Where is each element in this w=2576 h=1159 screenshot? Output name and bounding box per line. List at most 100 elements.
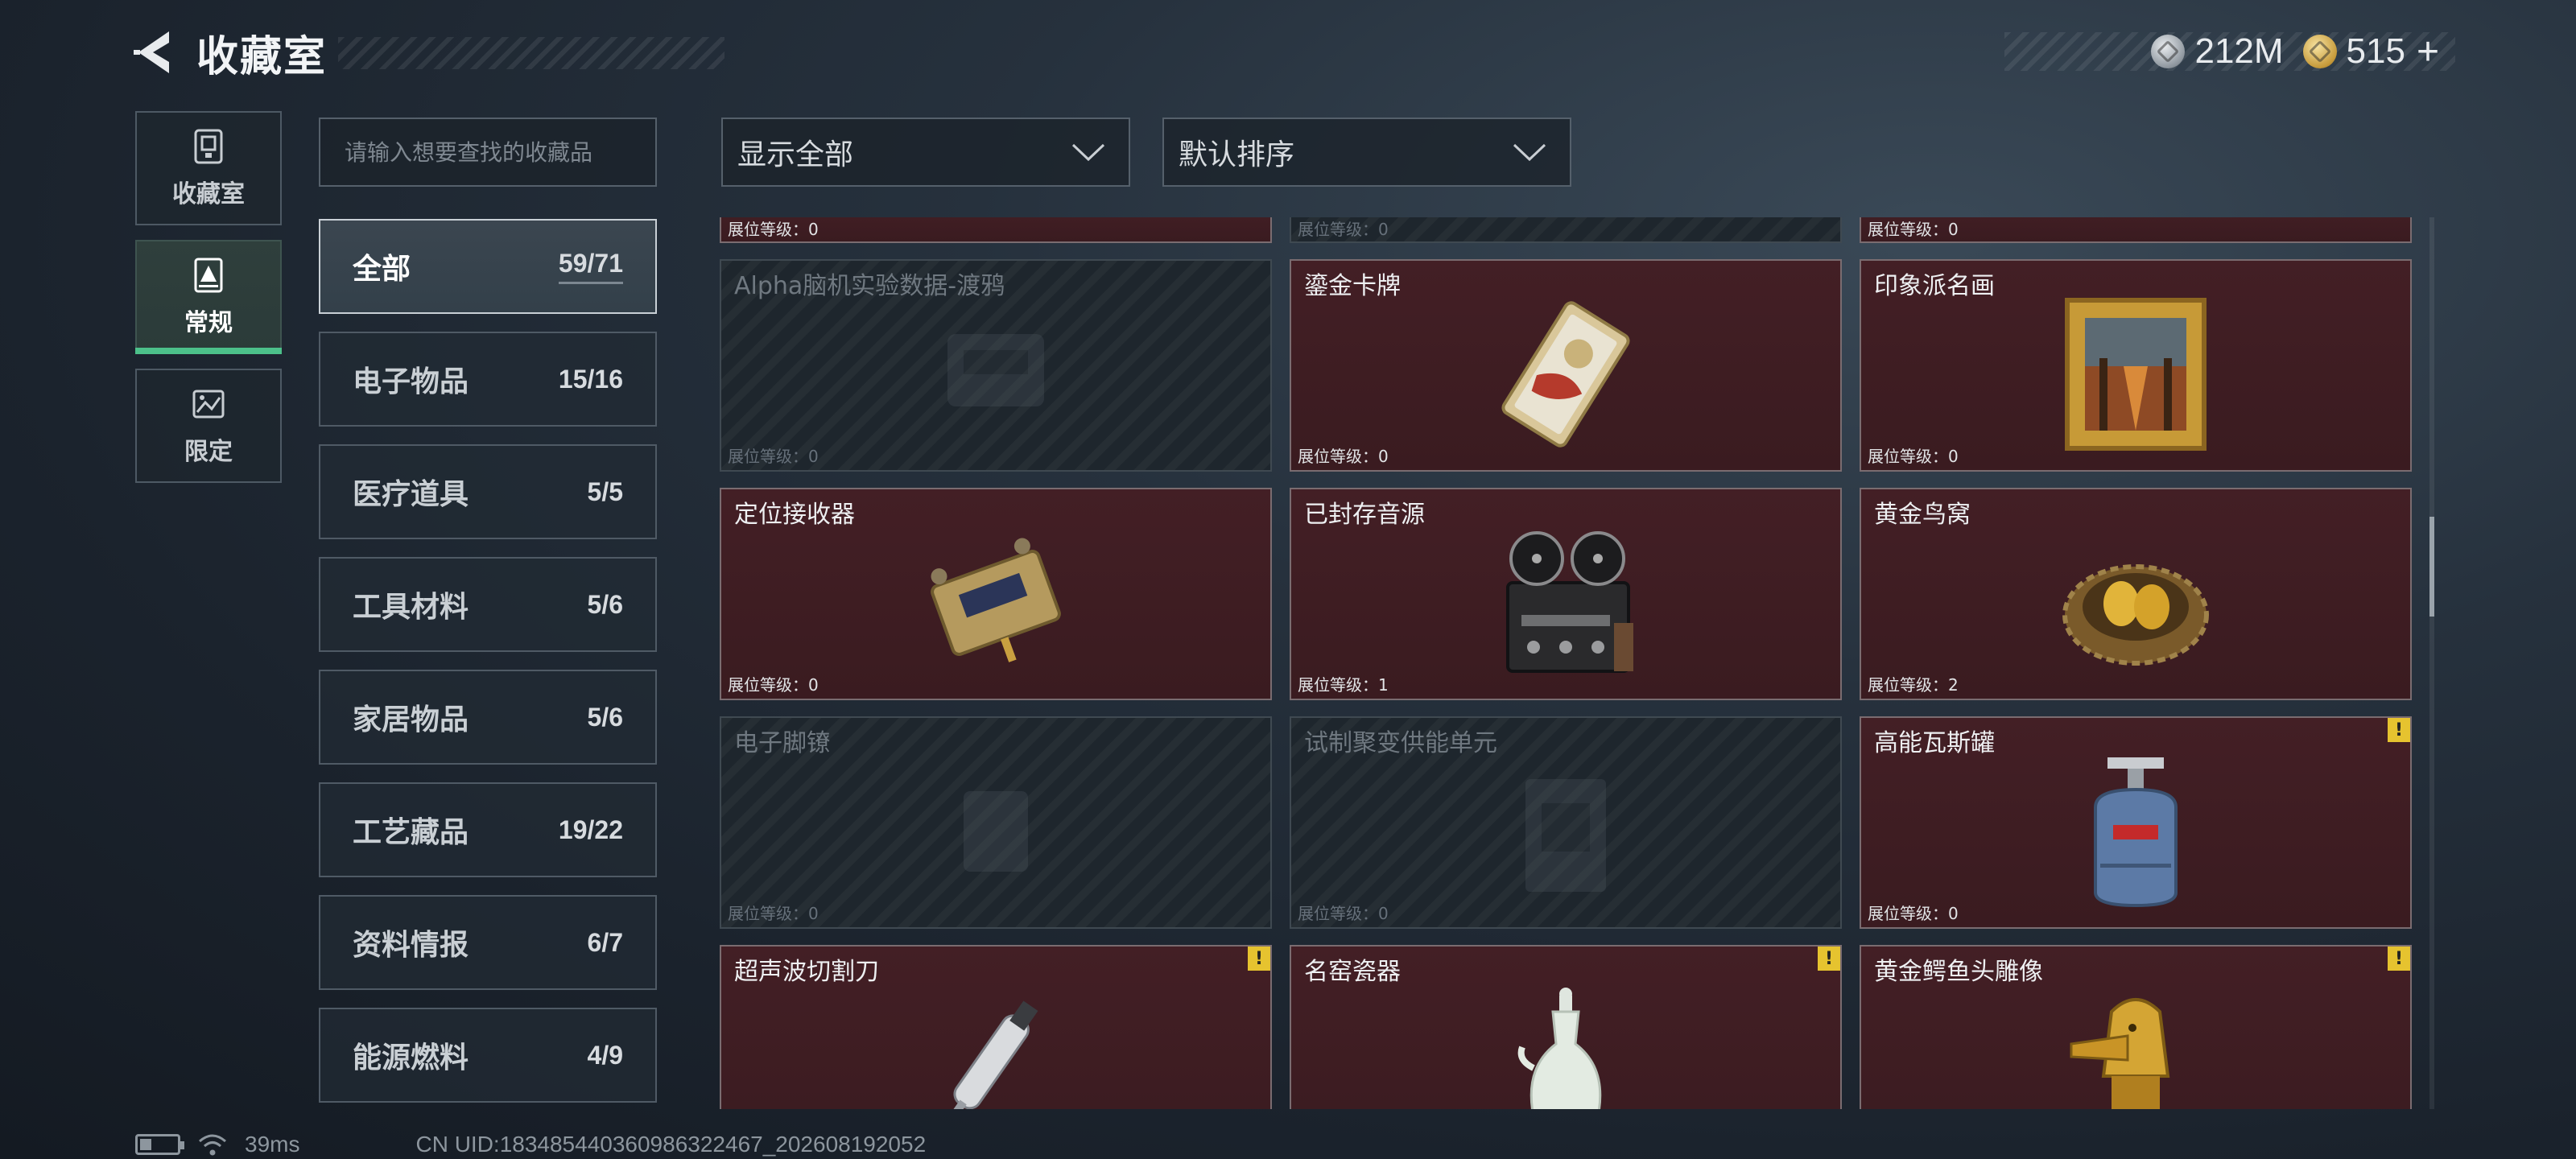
page-title: 收藏室: [196, 32, 328, 81]
ankle-monitor-icon: [907, 747, 1084, 916]
collection-grid-content: 展位等级：0 展位等级：0 展位等级：0 Alpha脑机实验数据-渡鸦 展位等级…: [720, 217, 2415, 1109]
back-arrow-icon: [134, 31, 169, 73]
category-all[interactable]: 全部 59/71: [319, 219, 657, 314]
grid-row: 定位接收器 展位等级：0 已封存音源 展位等级：1 黄金鸟窝 展位等级：2: [720, 488, 2415, 700]
category-household[interactable]: 家居物品 5/6: [319, 670, 657, 765]
silver-coin-icon: [2151, 35, 2186, 68]
category-fuel[interactable]: 能源燃料 4/9: [319, 1008, 657, 1103]
category-name: 资料情报: [353, 929, 469, 962]
collection-card[interactable]: 已封存音源 展位等级：1: [1290, 488, 1842, 700]
battery-icon: [135, 1134, 184, 1155]
status-footer: 39ms CN UID:18348544036098632246​7_20260…: [135, 1132, 926, 1157]
item-name: 试制聚变供能单元: [1304, 729, 1497, 757]
grid-row: Alpha脑机实验数据-渡鸦 展位等级：0 鎏金卡牌 展位等级：0 印象派名画 …: [720, 259, 2415, 472]
gold-amount: 515: [2346, 31, 2405, 71]
header: 收藏室: [129, 24, 724, 81]
warning-badge-icon: !: [1818, 947, 1840, 971]
porcelain-vase-icon: [1477, 975, 1654, 1109]
category-name: 工具材料: [353, 591, 469, 624]
back-button[interactable]: [129, 27, 180, 78]
booth-level: 展位等级：0: [1298, 447, 1389, 466]
item-name: 超声波切割刀: [734, 958, 879, 986]
warning-badge-icon: !: [2388, 718, 2410, 742]
chevron-down-icon: [1071, 143, 1105, 162]
category-count: 5/6: [587, 702, 623, 732]
ultrasonic-cutter-icon: [907, 975, 1084, 1109]
left-tab-bar: 收藏室 常规 限定: [135, 111, 282, 497]
collection-card[interactable]: 高能瓦斯罐 展位等级：0 !: [1860, 716, 2412, 929]
limited-icon: [192, 390, 225, 419]
tab-collection-room[interactable]: 收藏室: [135, 111, 282, 225]
add-currency-button[interactable]: +: [2417, 30, 2439, 74]
tab-label: 限定: [184, 438, 233, 466]
category-name: 电子物品: [353, 365, 469, 398]
category-count: 6/7: [587, 927, 623, 957]
category-count: 59/71: [558, 249, 623, 284]
collection-card[interactable]: 定位接收器 展位等级：0: [720, 488, 1272, 700]
tab-limited[interactable]: 限定: [135, 369, 282, 483]
booth-level: 展位等级：1: [1298, 675, 1389, 695]
collection-grid[interactable]: 展位等级：0 展位等级：0 展位等级：0 Alpha脑机实验数据-渡鸦 展位等级…: [720, 217, 2415, 1109]
grid-row: 电子脚镣 展位等级：0 试制聚变供能单元 展位等级：0 高能瓦斯罐 展位等级：0…: [720, 716, 2415, 929]
golden-nest-icon: [2047, 518, 2224, 687]
collection-card[interactable]: 展位等级：0: [1290, 217, 1842, 243]
category-count: 5/6: [587, 589, 623, 619]
category-count: 4/9: [587, 1040, 623, 1070]
trophy-cabinet-icon: [194, 129, 223, 164]
tab-label: 收藏室: [172, 180, 245, 208]
category-electronics[interactable]: 电子物品 15/16: [319, 332, 657, 427]
booth-level: 展位等级：0: [728, 904, 819, 923]
collection-card[interactable]: Alpha脑机实验数据-渡鸦 展位等级：0: [720, 259, 1272, 472]
ping-value: 39ms: [245, 1132, 300, 1157]
category-tools[interactable]: 工具材料 5/6: [319, 557, 657, 652]
filter-dropdown[interactable]: 显示全部: [721, 118, 1130, 187]
title-decoration: [338, 37, 724, 69]
grid-scrollbar[interactable]: [2429, 217, 2434, 1109]
category-name: 能源燃料: [353, 1041, 469, 1074]
search-box: [319, 118, 657, 187]
category-name: 工艺藏品: [353, 816, 469, 849]
collection-icon: [194, 258, 223, 293]
category-name: 全部: [353, 253, 411, 286]
search-input[interactable]: [345, 138, 655, 166]
collection-card[interactable]: 试制聚变供能单元 展位等级：0: [1290, 716, 1842, 929]
currency-bar: 212M 515 +: [2004, 30, 2455, 74]
collection-card[interactable]: 黄金鳄鱼头雕像 !: [1860, 945, 2412, 1109]
category-count: 15/16: [558, 364, 623, 394]
item-name: 黄金鸟窝: [1874, 501, 1971, 529]
collection-card[interactable]: 电子脚镣 展位等级：0: [720, 716, 1272, 929]
booth-level: 展位等级：2: [1868, 675, 1959, 695]
wifi-icon: [199, 1134, 226, 1156]
collection-card[interactable]: 展位等级：0: [1860, 217, 2412, 243]
fusion-unit-icon: [1477, 747, 1654, 916]
gps-receiver-icon: [907, 518, 1084, 687]
tab-regular[interactable]: 常规: [135, 240, 282, 354]
category-intel[interactable]: 资料情报 6/7: [319, 895, 657, 990]
gold-currency[interactable]: 515 +: [2302, 30, 2439, 74]
gold-coin-icon: [2302, 35, 2337, 68]
item-name: 定位接收器: [734, 501, 855, 529]
user-uid: CN UID:18348544036098632246​7_2026081920…: [415, 1132, 927, 1157]
filter-value: 显示全部: [737, 138, 854, 171]
category-name: 医疗道具: [353, 478, 469, 511]
booth-level: 展位等级：0: [1868, 220, 1959, 239]
collection-card[interactable]: 印象派名画 展位等级：0: [1860, 259, 2412, 472]
warning-badge-icon: !: [1248, 947, 1270, 971]
category-crafts[interactable]: 工艺藏品 19/22: [319, 782, 657, 877]
booth-level: 展位等级：0: [1868, 447, 1959, 466]
item-name: 名窑瓷器: [1304, 958, 1401, 986]
collection-card[interactable]: 鎏金卡牌 展位等级：0: [1290, 259, 1842, 472]
booth-level: 展位等级：0: [1298, 904, 1389, 923]
data-drive-icon: [907, 290, 1084, 459]
collection-card[interactable]: 黄金鸟窝 展位等级：2: [1860, 488, 2412, 700]
category-list: 全部 59/71 电子物品 15/16 医疗道具 5/5 工具材料 5/6 家居…: [319, 219, 657, 1120]
sort-dropdown[interactable]: 默认排序: [1162, 118, 1571, 187]
tab-label: 常规: [184, 309, 233, 337]
collection-card[interactable]: 超声波切割刀 !: [720, 945, 1272, 1109]
item-name: 电子脚镣: [734, 729, 831, 757]
collection-card[interactable]: 名窑瓷器 !: [1290, 945, 1842, 1109]
booth-level: 展位等级：0: [728, 675, 819, 695]
category-medical[interactable]: 医疗道具 5/5: [319, 444, 657, 539]
collection-card[interactable]: 展位等级：0: [720, 217, 1272, 243]
scrollbar-thumb[interactable]: [2429, 517, 2434, 617]
